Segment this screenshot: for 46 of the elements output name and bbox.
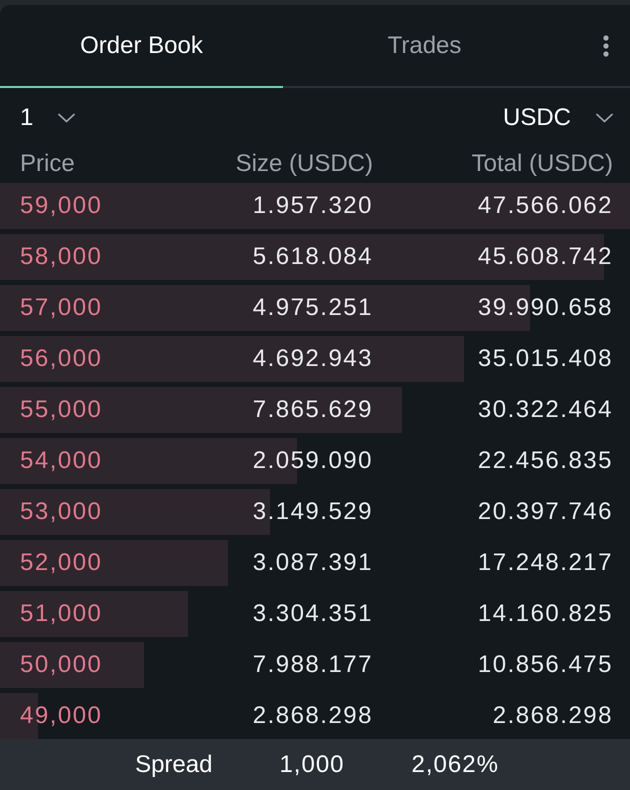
chevron-down-icon (596, 113, 613, 123)
price-cell-text: 59,000 (20, 192, 104, 220)
spread-label: Spread (135, 750, 212, 778)
size-cell-text: 3.304.351 (252, 600, 373, 628)
tab[interactable]: Trades (283, 5, 566, 88)
size-cell-text: 3.087.391 (252, 549, 373, 577)
currency-dropdown[interactable]: USDC (502, 104, 613, 132)
size-cell-text: 7.988.177 (252, 651, 373, 679)
price-cell-text: 51,000 (20, 600, 104, 628)
price-cell-text: 50,000 (20, 651, 104, 679)
total-cell-text: 10.856.475 (476, 651, 613, 679)
grouping-dropdown[interactable]: 1 (20, 104, 76, 132)
total-cell-text: 45.608.742 (476, 243, 613, 271)
price-cell-text: 55,000 (20, 396, 104, 424)
total-cell-text: 14.160.825 (476, 600, 613, 628)
size-cell-text: 2.059.090 (252, 447, 373, 475)
size-cell-text: 2.868.298 (252, 702, 373, 730)
size-cell-text: 5.618.084 (252, 243, 373, 271)
chevron-down-icon (58, 113, 76, 123)
total-cell-text: 30.322.464 (476, 396, 613, 424)
total-cell-text: 22.456.835 (476, 447, 613, 475)
total-cell-text: 20.397.746 (476, 498, 613, 526)
column-header: Size (USDC) (234, 149, 373, 179)
column-header: Total (USDC) (470, 149, 613, 179)
price-cell-text: 58,000 (20, 243, 104, 271)
total-cell-text: 2.868.298 (492, 702, 613, 730)
spread-percent: 2,062% (412, 750, 499, 778)
total-cell-text: 39.990.658 (476, 294, 613, 322)
total-cell-text: 17.248.217 (476, 549, 613, 577)
price-cell-text: 49,000 (20, 702, 104, 730)
more-options-icon[interactable] (603, 34, 609, 56)
size-cell-text: 7.865.629 (252, 396, 373, 424)
size-cell-text: 4.975.251 (252, 294, 373, 322)
size-cell-text: 1.957.320 (252, 192, 373, 220)
price-cell-text: 57,000 (20, 294, 104, 322)
price-cell-text: 52,000 (20, 549, 104, 577)
total-cell-text: 47.566.062 (476, 192, 613, 220)
price-cell-text: 53,000 (20, 498, 104, 526)
column-header: Price (20, 149, 76, 179)
size-cell-text: 3.149.529 (252, 498, 373, 526)
price-cell-text: 54,000 (20, 447, 104, 475)
price-cell-text: 56,000 (20, 345, 104, 373)
spread-value: 1,000 (279, 750, 345, 778)
size-cell-text: 4.692.943 (252, 345, 373, 373)
tab[interactable]: Order Book (0, 5, 283, 88)
total-cell-text: 35.015.408 (476, 345, 613, 373)
